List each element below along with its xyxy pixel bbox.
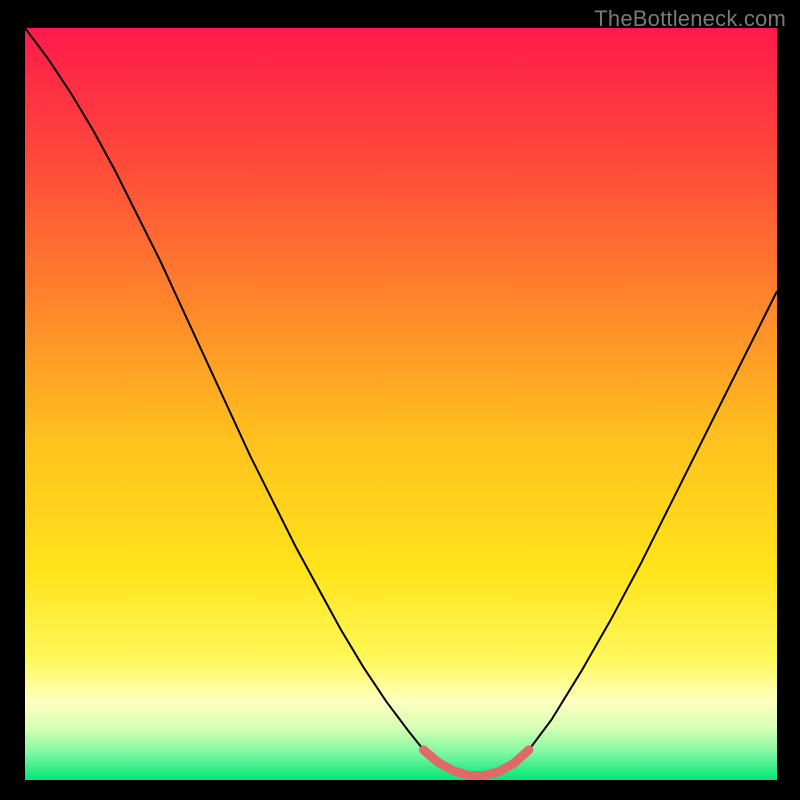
plot-background: [25, 28, 777, 780]
watermark-text: TheBottleneck.com: [594, 6, 786, 32]
chart-container: TheBottleneck.com: [0, 0, 800, 800]
bottleneck-chart: [0, 0, 800, 800]
